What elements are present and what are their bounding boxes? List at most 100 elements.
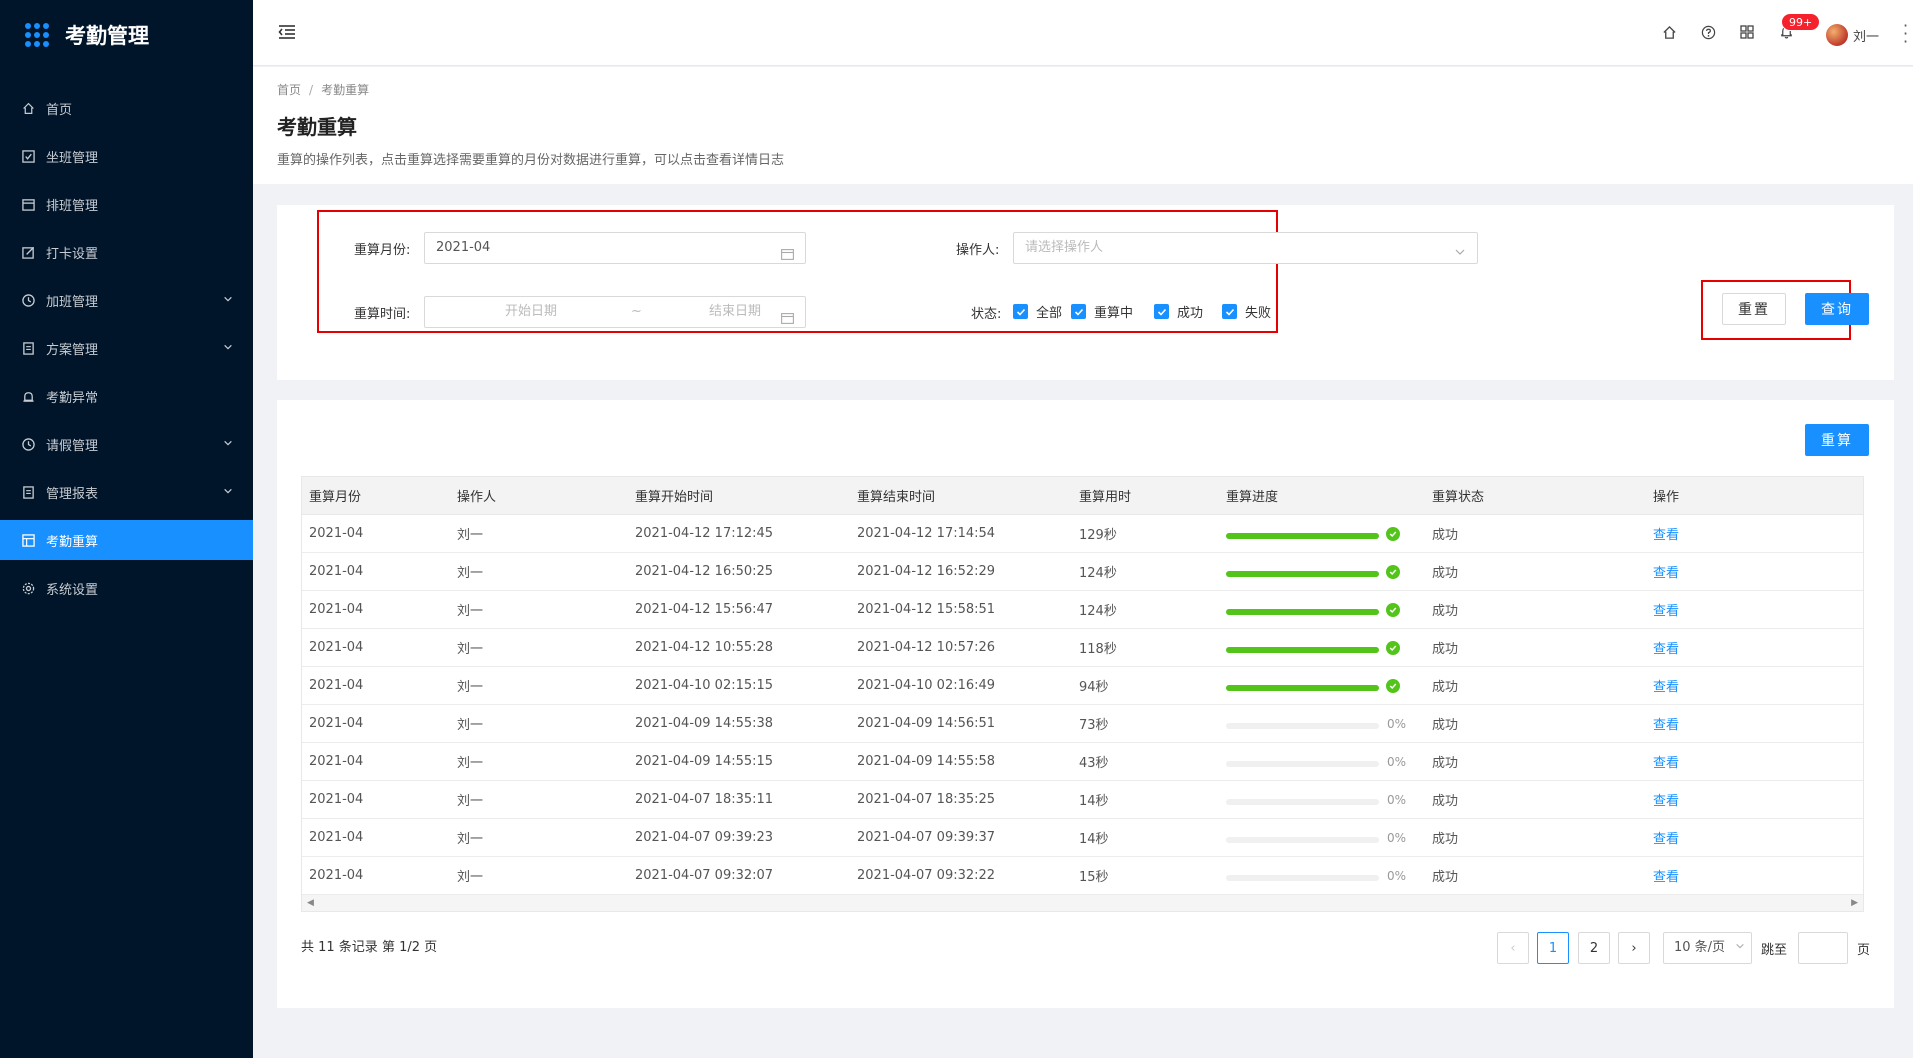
sidebar-item-leave[interactable]: 请假管理 (0, 424, 253, 464)
cell-end: 2021-04-12 17:14:54 (857, 526, 996, 541)
prev-page-button[interactable]: ‹ (1497, 932, 1529, 964)
recalculate-button[interactable]: 重算 (1805, 424, 1869, 456)
cell-end: 2021-04-09 14:55:58 (857, 754, 996, 769)
calendar-icon (781, 306, 794, 336)
apps-grid-icon (25, 23, 49, 47)
sidebar-item-schedule[interactable]: 排班管理 (0, 184, 253, 224)
home-icon (21, 101, 36, 116)
view-link[interactable]: 查看 (1653, 676, 1679, 695)
status-checkbox[interactable]: 失败 (1222, 302, 1271, 321)
progress-fill (1226, 609, 1379, 615)
total-records: 共 11 条记录 第 1/2 页 (301, 940, 438, 955)
cell-duration: 124秒 (1079, 604, 1117, 619)
progress-bar (1226, 533, 1379, 539)
cell-operator: 刘一 (457, 528, 484, 543)
check-icon (1013, 304, 1028, 319)
chevron-down-icon (1454, 240, 1466, 270)
cell-month: 2021-04 (309, 602, 364, 617)
horizontal-scrollbar[interactable]: ◀ ▶ (302, 895, 1863, 911)
page-1-button[interactable]: 1 (1537, 932, 1569, 964)
sidebar-item-recalc[interactable]: 考勤重算 (0, 520, 253, 560)
month-picker[interactable]: 2021-04 (424, 232, 806, 264)
page-title: 考勤重算 (277, 115, 357, 139)
status-checkbox[interactable]: 成功 (1154, 302, 1203, 321)
end-date-placeholder: 结束日期 (709, 304, 762, 319)
sidebar-item-label: 考勤重算 (46, 534, 99, 550)
progress-bar (1226, 875, 1379, 881)
sidebar-menu: 首页坐班管理排班管理打卡设置加班管理方案管理考勤异常请假管理管理报表考勤重算系统… (0, 88, 253, 608)
view-link[interactable]: 查看 (1653, 752, 1679, 771)
cell-start: 2021-04-12 17:12:45 (635, 526, 774, 541)
sidebar-item-label: 考勤异常 (46, 390, 99, 406)
sidebar-item-label: 管理报表 (46, 486, 99, 502)
view-link[interactable]: 查看 (1653, 828, 1679, 847)
status-checkbox[interactable]: 重算中 (1071, 302, 1133, 321)
more-vertical-icon[interactable]: · · · (1903, 18, 1908, 50)
top-header: 99+ 刘一 · · · (253, 0, 1913, 66)
view-link[interactable]: 查看 (1653, 638, 1679, 657)
progress-bar (1226, 647, 1379, 653)
cell-duration: 14秒 (1079, 832, 1109, 847)
cell-start: 2021-04-12 16:50:25 (635, 564, 774, 579)
cell-start: 2021-04-09 14:55:38 (635, 716, 774, 731)
progress-percent: 0% (1387, 793, 1407, 807)
username[interactable]: 刘一 (1853, 26, 1879, 45)
cell-end: 2021-04-07 09:32:22 (857, 868, 996, 883)
operator-label: 操作人: (956, 243, 1000, 258)
sidebar-item-settings[interactable]: 系统设置 (0, 568, 253, 608)
page-size-select[interactable]: 10 条/页 (1663, 932, 1752, 964)
view-link[interactable]: 查看 (1653, 524, 1679, 543)
sidebar-item-reports[interactable]: 管理报表 (0, 472, 253, 512)
reset-button[interactable]: 重置 (1722, 293, 1786, 325)
date-range-picker[interactable]: 开始日期 ~ 结束日期 (424, 296, 806, 328)
cell-month: 2021-04 (309, 526, 364, 541)
menu-fold-icon[interactable] (278, 24, 296, 44)
range-separator: ~ (631, 304, 642, 319)
cell-month: 2021-04 (309, 716, 364, 731)
breadcrumb-home[interactable]: 首页 (277, 83, 301, 97)
cell-duration: 15秒 (1079, 870, 1109, 885)
view-link[interactable]: 查看 (1653, 714, 1679, 733)
progress-bar (1226, 761, 1379, 767)
breadcrumb-separator: / (309, 83, 314, 97)
help-icon[interactable] (1699, 23, 1717, 41)
sidebar-item-attendance[interactable]: 坐班管理 (0, 136, 253, 176)
success-check-icon (1386, 603, 1400, 617)
apps-icon[interactable] (1738, 23, 1756, 41)
status-checkbox[interactable]: 全部 (1013, 302, 1062, 321)
month-value: 2021-04 (436, 240, 491, 255)
table-row: 2021-04 刘一 2021-04-12 17:12:45 2021-04-12 1… (302, 515, 1863, 553)
sidebar-item-clockin[interactable]: 打卡设置 (0, 232, 253, 272)
cell-status: 成功 (1432, 604, 1459, 619)
sidebar-item-home[interactable]: 首页 (0, 88, 253, 128)
scroll-right-icon[interactable]: ▶ (1851, 895, 1858, 911)
view-link[interactable]: 查看 (1653, 600, 1679, 619)
cell-status: 成功 (1432, 566, 1459, 581)
home-icon[interactable] (1660, 23, 1678, 41)
sidebar-item-overtime[interactable]: 加班管理 (0, 280, 253, 320)
status-checkbox-label: 重算中 (1094, 306, 1134, 321)
sidebar-item-label: 排班管理 (46, 198, 99, 214)
next-page-button[interactable]: › (1618, 932, 1650, 964)
view-link[interactable]: 查看 (1653, 562, 1679, 581)
app-title: 考勤管理 (65, 24, 149, 48)
app-logo[interactable]: 考勤管理 (0, 0, 253, 70)
avatar[interactable] (1826, 24, 1848, 46)
jump-page-input[interactable] (1798, 932, 1848, 964)
progress-fill (1226, 685, 1379, 691)
page-2-button[interactable]: 2 (1578, 932, 1610, 964)
cell-operator: 刘一 (457, 680, 484, 695)
sidebar-item-anomaly[interactable]: 考勤异常 (0, 376, 253, 416)
operator-select[interactable]: 请选择操作人 (1013, 232, 1478, 264)
query-button[interactable]: 查询 (1805, 293, 1869, 325)
progress-percent: 0% (1387, 831, 1407, 845)
status-label: 状态: (971, 307, 1002, 322)
table-row: 2021-04 刘一 2021-04-07 09:39:23 2021-04-07 0… (302, 819, 1863, 857)
breadcrumb: 首页 / 考勤重算 (277, 81, 369, 98)
view-link[interactable]: 查看 (1653, 866, 1679, 885)
view-link[interactable]: 查看 (1653, 790, 1679, 809)
cell-status: 成功 (1432, 832, 1459, 847)
sidebar-item-plan[interactable]: 方案管理 (0, 328, 253, 368)
cell-status: 成功 (1432, 794, 1459, 809)
scroll-left-icon[interactable]: ◀ (307, 895, 314, 911)
